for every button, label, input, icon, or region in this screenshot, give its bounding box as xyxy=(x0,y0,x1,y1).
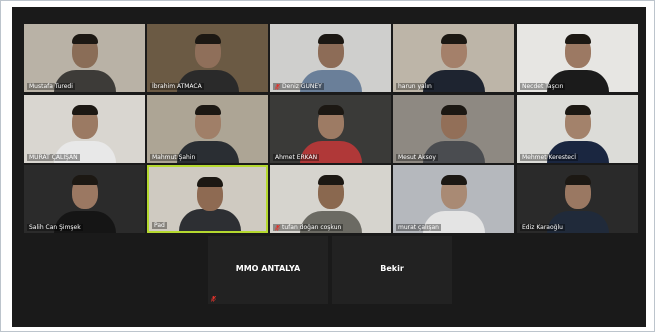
participant-name: Salih Can Şimşek xyxy=(29,224,81,231)
participant-name: Pad xyxy=(154,222,165,229)
participant-name-label: Ediz Karaoğlu xyxy=(520,224,565,231)
participant-name-label: tufan doğan coşkun xyxy=(273,224,344,231)
video-tile[interactable]: Mahmut Şahin xyxy=(147,95,268,163)
participant-hair xyxy=(197,177,223,187)
participant-hair xyxy=(565,105,591,115)
participant-name-label: Necdet Taşcın xyxy=(520,83,566,90)
participant-name-label: İbrahim ATMACA xyxy=(150,83,204,90)
participant-hair xyxy=(318,175,344,185)
video-tile[interactable]: Salih Can Şimşek xyxy=(24,165,145,233)
participant-hair xyxy=(72,175,98,185)
participant-name-label: Mehmet Kerestecİ xyxy=(520,154,579,161)
participant-hair xyxy=(565,34,591,44)
video-tile[interactable]: Ahmet ERKAN xyxy=(270,95,391,163)
video-tile[interactable]: İbrahim ATMACA xyxy=(147,24,268,92)
participant-hair xyxy=(72,105,98,115)
participant-name: murat çalışan xyxy=(398,224,439,231)
participant-hair xyxy=(565,175,591,185)
participant-name-label: Mahmut Şahin xyxy=(150,154,198,161)
video-tile[interactable]: harun yalın xyxy=(393,24,514,92)
participant-hair xyxy=(441,175,467,185)
participant-name-label: Deniz GUNEY xyxy=(273,83,324,90)
video-tile[interactable]: Pad xyxy=(147,165,268,233)
audio-only-tile[interactable]: Bekir xyxy=(332,236,452,304)
video-tile[interactable]: Mehmet Kerestecİ xyxy=(517,95,638,163)
participant-name: Mehmet Kerestecİ xyxy=(522,154,577,161)
video-tile[interactable]: Mesut Aksoy xyxy=(393,95,514,163)
participant-name: MMO ANTALYA xyxy=(235,264,301,273)
video-tile[interactable]: Deniz GUNEY xyxy=(270,24,391,92)
video-tile[interactable]: MURAT ÇALIŞAN xyxy=(24,95,145,163)
participant-hair xyxy=(195,34,221,44)
gallery-view: Mustafa Turedi İbrahim ATMACA Deniz GUNEY h… xyxy=(12,7,646,327)
participant-name: Bekir xyxy=(380,264,404,273)
participant-name: Necdet Taşcın xyxy=(522,83,564,90)
participant-name: tufan doğan coşkun xyxy=(282,224,342,231)
participant-name-label: Salih Can Şimşek xyxy=(27,224,83,231)
participant-name-label: Ahmet ERKAN xyxy=(273,154,320,161)
participant-name-label: harun yalın xyxy=(396,83,434,90)
audio-only-tile[interactable]: MMO ANTALYA xyxy=(208,236,328,304)
participant-name-label: MURAT ÇALIŞAN xyxy=(27,154,80,161)
participant-name: Mustafa Turedi xyxy=(29,83,73,90)
muted-microphone-icon xyxy=(211,296,216,302)
participant-name: Mesut Aksoy xyxy=(398,154,436,161)
video-tile[interactable]: tufan doğan coşkun xyxy=(270,165,391,233)
video-tile[interactable]: Ediz Karaoğlu xyxy=(517,165,638,233)
participant-hair xyxy=(441,105,467,115)
participant-body xyxy=(179,209,241,231)
participant-name: Ahmet ERKAN xyxy=(275,154,318,161)
participant-name-label: Mesut Aksoy xyxy=(396,154,438,161)
participant-hair xyxy=(195,105,221,115)
participant-name-label: Pad xyxy=(152,222,167,229)
window-frame: Mustafa Turedi İbrahim ATMACA Deniz GUNEY h… xyxy=(0,0,655,332)
video-tile[interactable]: Mustafa Turedi xyxy=(24,24,145,92)
participant-name-label: murat çalışan xyxy=(396,224,441,231)
video-tile[interactable]: Necdet Taşcın xyxy=(517,24,638,92)
participant-hair xyxy=(318,34,344,44)
participant-hair xyxy=(441,34,467,44)
participant-name: MURAT ÇALIŞAN xyxy=(29,154,78,161)
video-tile[interactable]: murat çalışan xyxy=(393,165,514,233)
muted-microphone-icon xyxy=(275,83,280,90)
participant-name: harun yalın xyxy=(398,83,432,90)
participant-hair xyxy=(318,105,344,115)
participant-name: Mahmut Şahin xyxy=(152,154,196,161)
muted-microphone-icon xyxy=(275,224,280,231)
participant-name: Deniz GUNEY xyxy=(282,83,322,90)
participant-name: İbrahim ATMACA xyxy=(152,83,202,90)
participant-name-label: Mustafa Turedi xyxy=(27,83,75,90)
participant-name: Ediz Karaoğlu xyxy=(522,224,563,231)
participant-hair xyxy=(72,34,98,44)
